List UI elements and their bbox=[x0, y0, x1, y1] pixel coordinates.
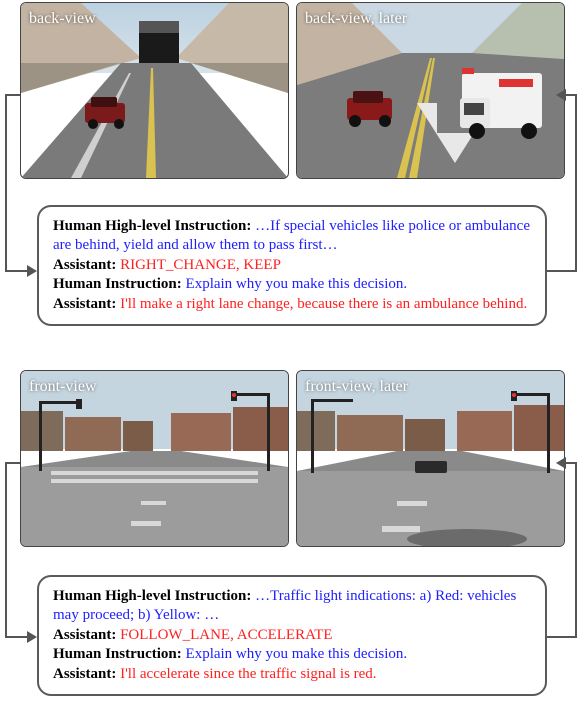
human-followup: Human Instruction: Explain why you make … bbox=[53, 275, 533, 294]
tunnel-road-icon bbox=[21, 3, 288, 178]
assistant-explain: Assistant: I'll make a right lane change… bbox=[53, 295, 533, 314]
arrow-segment bbox=[565, 94, 577, 96]
scene2-image-left: front-view bbox=[20, 370, 289, 547]
label: Human Instruction: bbox=[53, 646, 186, 662]
assistant-action: Assistant: RIGHT_CHANGE, KEEP bbox=[53, 256, 533, 275]
human-followup: Human Instruction: Explain why you make … bbox=[53, 645, 533, 664]
arrow-head-icon bbox=[556, 89, 566, 101]
dialogue-card-1: Human High-level Instruction: …If specia… bbox=[37, 205, 547, 326]
scene1-image-right: back-view, later bbox=[296, 2, 565, 179]
label: Assistant: bbox=[53, 666, 120, 682]
text: RIGHT_CHANGE, KEEP bbox=[120, 257, 281, 273]
arrow-segment bbox=[5, 270, 28, 272]
image-label: back-view, later bbox=[305, 9, 407, 29]
intersection-icon bbox=[21, 371, 288, 546]
label: Human Instruction: bbox=[53, 276, 186, 292]
arrow-head-icon bbox=[556, 457, 566, 469]
label: Human High-level Instruction: bbox=[53, 218, 255, 234]
arrow-segment bbox=[5, 94, 20, 96]
image-label: front-view, later bbox=[305, 377, 408, 397]
image-label: front-view bbox=[29, 377, 97, 397]
arrow-segment bbox=[547, 270, 575, 272]
scene2-image-right: front-view, later bbox=[296, 370, 565, 547]
dialogue-card-2: Human High-level Instruction: …Traffic l… bbox=[37, 575, 547, 696]
text: I'll accelerate since the traffic signal… bbox=[120, 666, 376, 682]
arrow-segment bbox=[5, 94, 7, 272]
image-label: back-view bbox=[29, 9, 96, 29]
arrow-head-icon bbox=[27, 631, 37, 643]
intersection-later-icon bbox=[297, 371, 564, 546]
arrow-head-icon bbox=[27, 265, 37, 277]
arrow-segment bbox=[575, 94, 577, 272]
text: Explain why you make this decision. bbox=[186, 276, 408, 292]
ambulance-road-icon bbox=[297, 3, 564, 178]
arrow-segment bbox=[547, 636, 575, 638]
text: I'll make a right lane change, because t… bbox=[120, 296, 527, 312]
text: FOLLOW_LANE, ACCELERATE bbox=[120, 627, 332, 643]
arrow-segment bbox=[575, 462, 577, 638]
arrow-segment bbox=[5, 462, 20, 464]
label: Assistant: bbox=[53, 257, 120, 273]
human-hli: Human High-level Instruction: …Traffic l… bbox=[53, 587, 533, 625]
human-hli: Human High-level Instruction: …If specia… bbox=[53, 217, 533, 255]
arrow-segment bbox=[5, 636, 28, 638]
arrow-segment bbox=[5, 462, 7, 638]
assistant-explain: Assistant: I'll accelerate since the tra… bbox=[53, 665, 533, 684]
arrow-segment bbox=[565, 462, 577, 464]
label: Assistant: bbox=[53, 627, 120, 643]
label: Assistant: bbox=[53, 296, 120, 312]
assistant-action: Assistant: FOLLOW_LANE, ACCELERATE bbox=[53, 626, 533, 645]
scene1-image-left: back-view bbox=[20, 2, 289, 179]
label: Human High-level Instruction: bbox=[53, 588, 255, 604]
text: Explain why you make this decision. bbox=[186, 646, 408, 662]
